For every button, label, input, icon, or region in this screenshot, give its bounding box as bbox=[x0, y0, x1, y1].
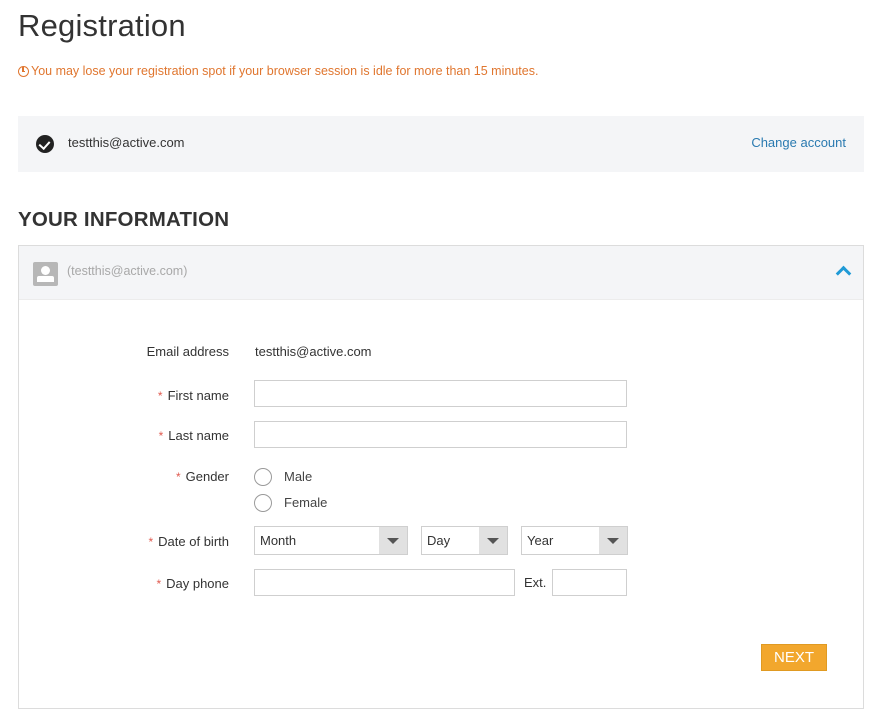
email-label: Email address bbox=[146, 344, 229, 359]
required-marker: * bbox=[158, 429, 164, 443]
first-name-label: * First name bbox=[19, 388, 229, 403]
day-phone-label-text: Day phone bbox=[166, 576, 229, 591]
dob-label: * Date of birth bbox=[19, 534, 230, 549]
required-marker: * bbox=[148, 535, 154, 549]
participant-label: (testthis@active.com) bbox=[67, 264, 188, 278]
dob-month-select[interactable]: Month bbox=[254, 526, 408, 555]
day-phone-label: * Day phone bbox=[19, 576, 229, 591]
clock-warning-icon bbox=[18, 65, 29, 77]
participant-panel-header[interactable]: (testthis@active.com) bbox=[19, 246, 863, 300]
change-account-link[interactable]: Change account bbox=[751, 135, 846, 150]
caret-down-icon bbox=[599, 527, 627, 554]
next-button[interactable]: NEXT bbox=[761, 644, 827, 671]
first-name-input[interactable] bbox=[254, 380, 627, 407]
session-warning: You may lose your registration spot if y… bbox=[18, 64, 538, 78]
gender-label: * Gender bbox=[19, 469, 229, 484]
ext-input[interactable] bbox=[552, 569, 627, 596]
last-name-label-text: Last name bbox=[168, 428, 229, 443]
dob-year-select[interactable]: Year bbox=[521, 526, 628, 555]
first-name-label-text: First name bbox=[167, 388, 229, 403]
required-marker: * bbox=[156, 577, 162, 591]
gender-label-text: Gender bbox=[185, 469, 229, 484]
gender-male-label[interactable]: Male bbox=[284, 469, 312, 484]
dob-day-select[interactable]: Day bbox=[421, 526, 508, 555]
page-title: Registration bbox=[18, 8, 186, 43]
required-marker: * bbox=[157, 389, 163, 403]
gender-female-radio[interactable] bbox=[254, 494, 272, 512]
participant-panel: (testthis@active.com) Email address test… bbox=[18, 245, 864, 709]
gender-male-radio[interactable] bbox=[254, 468, 272, 486]
required-marker: * bbox=[175, 470, 181, 484]
session-warning-text: You may lose your registration spot if y… bbox=[31, 64, 539, 78]
gender-female-label[interactable]: Female bbox=[284, 495, 327, 510]
dob-month-value: Month bbox=[260, 533, 297, 548]
chevron-up-icon[interactable] bbox=[835, 265, 852, 282]
last-name-label: * Last name bbox=[19, 428, 229, 443]
account-email: testthis@active.com bbox=[68, 135, 185, 150]
caret-down-icon bbox=[479, 527, 507, 554]
check-circle-icon bbox=[36, 135, 54, 153]
email-value: testthis@active.com bbox=[255, 344, 372, 359]
section-title: YOUR INFORMATION bbox=[18, 208, 230, 231]
caret-down-icon bbox=[379, 527, 407, 554]
dob-day-value: Day bbox=[427, 533, 451, 548]
dob-label-text: Date of birth bbox=[158, 534, 229, 549]
day-phone-input[interactable] bbox=[254, 569, 515, 596]
account-bar: testthis@active.com Change account bbox=[18, 116, 864, 172]
last-name-input[interactable] bbox=[254, 421, 627, 448]
user-avatar-icon bbox=[33, 262, 58, 286]
ext-label: Ext. bbox=[524, 575, 547, 590]
dob-year-value: Year bbox=[527, 533, 554, 548]
